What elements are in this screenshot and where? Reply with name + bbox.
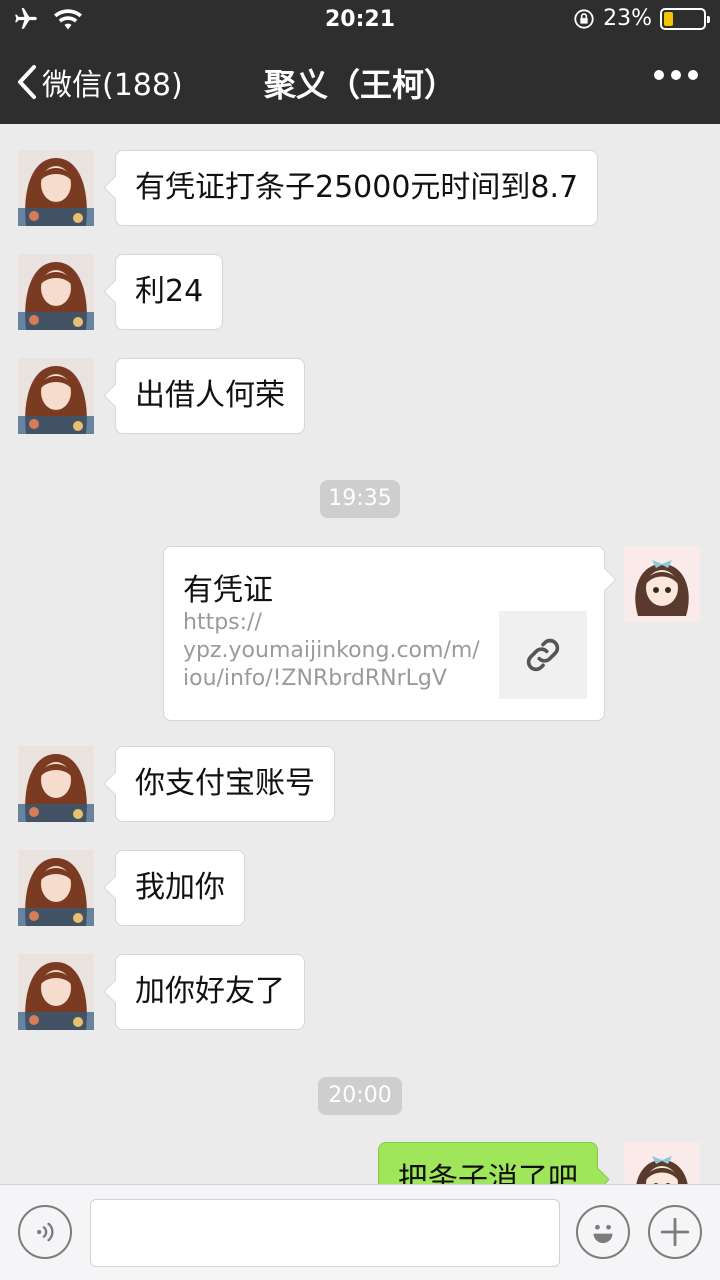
input-bar <box>0 1184 720 1280</box>
link-icon <box>526 638 560 672</box>
battery-icon <box>660 7 710 30</box>
my-avatar[interactable] <box>624 1142 700 1184</box>
message-bubble[interactable]: 利24 <box>115 254 224 330</box>
status-bar: 20:21 23% <box>0 0 720 40</box>
emoji-button[interactable] <box>576 1205 630 1259</box>
emoji-icon <box>593 1224 613 1244</box>
battery-percent: 23% <box>603 6 652 31</box>
link-title: 有凭证 <box>183 573 273 608</box>
plus-button[interactable] <box>648 1205 702 1259</box>
contact-avatar[interactable] <box>18 746 94 822</box>
plus-icon <box>660 1217 690 1247</box>
more-dots-icon[interactable] <box>654 70 698 80</box>
message-bubble[interactable]: 把条子消了吧 <box>378 1142 598 1184</box>
timestamp: 19:35 <box>320 480 400 518</box>
nav-bar: 微信(188) 聚义（王柯） <box>0 40 720 124</box>
contact-avatar[interactable] <box>18 254 94 330</box>
voice-button[interactable] <box>18 1205 72 1259</box>
back-button[interactable]: 微信(188) <box>16 60 183 104</box>
message-bubble[interactable]: 我加你 <box>115 850 245 926</box>
message-bubble[interactable]: 有凭证打条子25000元时间到8.7 <box>115 150 599 226</box>
chevron-left-icon <box>18 65 36 99</box>
link-thumbnail <box>499 611 587 699</box>
chat-area[interactable]: 有凭证打条子25000元时间到8.7 利24 出借人何荣 19:35 有凭证 h… <box>0 124 720 1184</box>
message-input[interactable] <box>90 1199 560 1267</box>
message-bubble[interactable]: 出借人何荣 <box>115 358 305 434</box>
contact-avatar[interactable] <box>18 954 94 1030</box>
contact-avatar[interactable] <box>18 850 94 926</box>
rotation-lock-icon <box>574 8 594 29</box>
link-url: https:// ypz.youmaijinkong.com/m/ iou/in… <box>183 610 480 691</box>
contact-avatar[interactable] <box>18 150 94 226</box>
message-bubble[interactable]: 你支付宝账号 <box>115 746 335 822</box>
contact-avatar[interactable] <box>18 358 94 434</box>
message-bubble[interactable]: 加你好友了 <box>115 954 305 1030</box>
timestamp: 20:00 <box>318 1077 402 1115</box>
back-label: 微信(188) <box>42 68 183 103</box>
link-card[interactable]: 有凭证 https:// ypz.youmaijinkong.com/m/ io… <box>163 546 605 721</box>
my-avatar[interactable] <box>624 546 700 622</box>
voice-icon <box>37 1222 54 1242</box>
